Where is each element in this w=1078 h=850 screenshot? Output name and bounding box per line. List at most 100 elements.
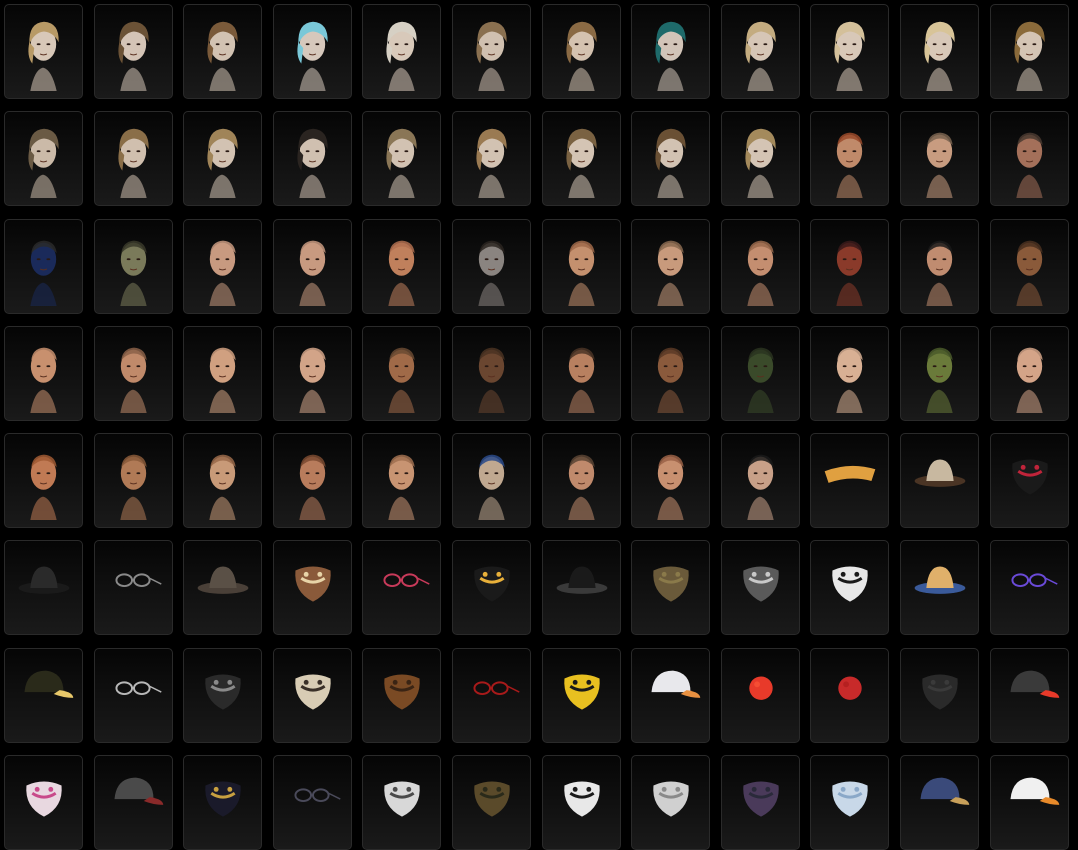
- inventory-slot[interactable]: [810, 218, 890, 314]
- inventory-slot[interactable]: [93, 433, 173, 529]
- inventory-slot[interactable]: [810, 4, 890, 99]
- inventory-slot[interactable]: [989, 4, 1069, 99]
- inventory-slot[interactable]: [631, 111, 711, 207]
- inventory-slot[interactable]: [899, 540, 979, 636]
- inventory-slot[interactable]: [4, 111, 83, 207]
- inventory-slot[interactable]: [541, 111, 621, 207]
- inventory-slot[interactable]: [989, 647, 1069, 743]
- inventory-slot[interactable]: [183, 4, 263, 99]
- inventory-slot[interactable]: [183, 433, 263, 529]
- inventory-slot[interactable]: [541, 325, 621, 421]
- inventory-slot[interactable]: [720, 540, 800, 636]
- inventory-slot[interactable]: [720, 218, 800, 314]
- inventory-slot[interactable]: [631, 4, 711, 99]
- inventory-slot[interactable]: [451, 111, 531, 207]
- pale-bald-face-icon: [836, 347, 864, 413]
- inventory-slot[interactable]: [183, 325, 263, 421]
- inventory-slot[interactable]: [93, 218, 173, 314]
- inventory-slot[interactable]: [451, 540, 531, 636]
- inventory-slot[interactable]: [362, 433, 442, 529]
- yellow-gas-mask-icon: [563, 674, 600, 710]
- inventory-slot[interactable]: [451, 433, 531, 529]
- inventory-slot[interactable]: [989, 218, 1069, 314]
- inventory-slot[interactable]: [989, 325, 1069, 421]
- inventory-slot[interactable]: [810, 325, 890, 421]
- inventory-slot[interactable]: [631, 433, 711, 529]
- inventory-slot[interactable]: [93, 647, 173, 743]
- inventory-slot[interactable]: [810, 755, 890, 850]
- brown-undercut-hair-icon: [117, 21, 149, 91]
- inventory-slot[interactable]: [720, 4, 800, 99]
- inventory-slot[interactable]: [451, 647, 531, 743]
- inventory-slot[interactable]: [362, 647, 442, 743]
- inventory-slot[interactable]: [183, 218, 263, 314]
- inventory-slot[interactable]: [631, 325, 711, 421]
- inventory-slot[interactable]: [720, 325, 800, 421]
- inventory-slot[interactable]: [272, 755, 352, 850]
- inventory-slot[interactable]: [720, 433, 800, 529]
- inventory-slot[interactable]: [272, 218, 352, 314]
- inventory-slot[interactable]: [451, 218, 531, 314]
- inventory-slot[interactable]: [810, 540, 890, 636]
- inventory-slot[interactable]: [93, 111, 173, 207]
- inventory-slot[interactable]: [810, 647, 890, 743]
- inventory-slot[interactable]: [183, 755, 263, 850]
- inventory-slot[interactable]: [93, 540, 173, 636]
- inventory-slot[interactable]: [362, 218, 442, 314]
- inventory-slot[interactable]: [989, 540, 1069, 636]
- inventory-slot[interactable]: [899, 325, 979, 421]
- inventory-slot[interactable]: [720, 755, 800, 850]
- inventory-slot[interactable]: [4, 755, 83, 850]
- inventory-slot[interactable]: [989, 433, 1069, 529]
- inventory-slot[interactable]: [4, 218, 83, 314]
- inventory-slot[interactable]: [631, 755, 711, 850]
- inventory-slot[interactable]: [4, 647, 83, 743]
- inventory-slot[interactable]: [451, 325, 531, 421]
- inventory-slot[interactable]: [541, 540, 621, 636]
- inventory-slot[interactable]: [899, 218, 979, 314]
- inventory-slot[interactable]: [451, 4, 531, 99]
- inventory-slot[interactable]: [810, 111, 890, 207]
- inventory-slot[interactable]: [989, 755, 1069, 850]
- inventory-slot[interactable]: [362, 755, 442, 850]
- inventory-slot[interactable]: [93, 4, 173, 99]
- inventory-slot[interactable]: [989, 111, 1069, 207]
- inventory-slot[interactable]: [362, 325, 442, 421]
- inventory-slot[interactable]: [362, 4, 442, 99]
- inventory-slot[interactable]: [272, 647, 352, 743]
- inventory-slot[interactable]: [272, 4, 352, 99]
- inventory-slot[interactable]: [541, 218, 621, 314]
- inventory-slot[interactable]: [4, 4, 83, 99]
- inventory-slot[interactable]: [899, 4, 979, 99]
- inventory-slot[interactable]: [272, 325, 352, 421]
- inventory-slot[interactable]: [720, 647, 800, 743]
- inventory-slot[interactable]: [4, 433, 83, 529]
- inventory-slot[interactable]: [4, 540, 83, 636]
- inventory-slot[interactable]: [631, 540, 711, 636]
- inventory-slot[interactable]: [4, 325, 83, 421]
- inventory-slot[interactable]: [272, 111, 352, 207]
- inventory-slot[interactable]: [899, 111, 979, 207]
- inventory-slot[interactable]: [541, 4, 621, 99]
- inventory-slot[interactable]: [183, 647, 263, 743]
- inventory-slot[interactable]: [272, 540, 352, 636]
- inventory-slot[interactable]: [810, 433, 890, 529]
- inventory-slot[interactable]: [541, 755, 621, 850]
- inventory-slot[interactable]: [631, 218, 711, 314]
- inventory-slot[interactable]: [93, 325, 173, 421]
- inventory-slot[interactable]: [899, 755, 979, 850]
- inventory-slot[interactable]: [720, 111, 800, 207]
- inventory-slot[interactable]: [631, 647, 711, 743]
- inventory-slot[interactable]: [362, 111, 442, 207]
- tan-female-face-icon: [119, 454, 147, 521]
- inventory-slot[interactable]: [451, 755, 531, 850]
- inventory-slot[interactable]: [541, 647, 621, 743]
- inventory-slot[interactable]: [183, 111, 263, 207]
- inventory-slot[interactable]: [541, 433, 621, 529]
- inventory-slot[interactable]: [272, 433, 352, 529]
- inventory-slot[interactable]: [362, 540, 442, 636]
- inventory-slot[interactable]: [183, 540, 263, 636]
- inventory-slot[interactable]: [899, 647, 979, 743]
- inventory-slot[interactable]: [93, 755, 173, 850]
- inventory-slot[interactable]: [899, 433, 979, 529]
